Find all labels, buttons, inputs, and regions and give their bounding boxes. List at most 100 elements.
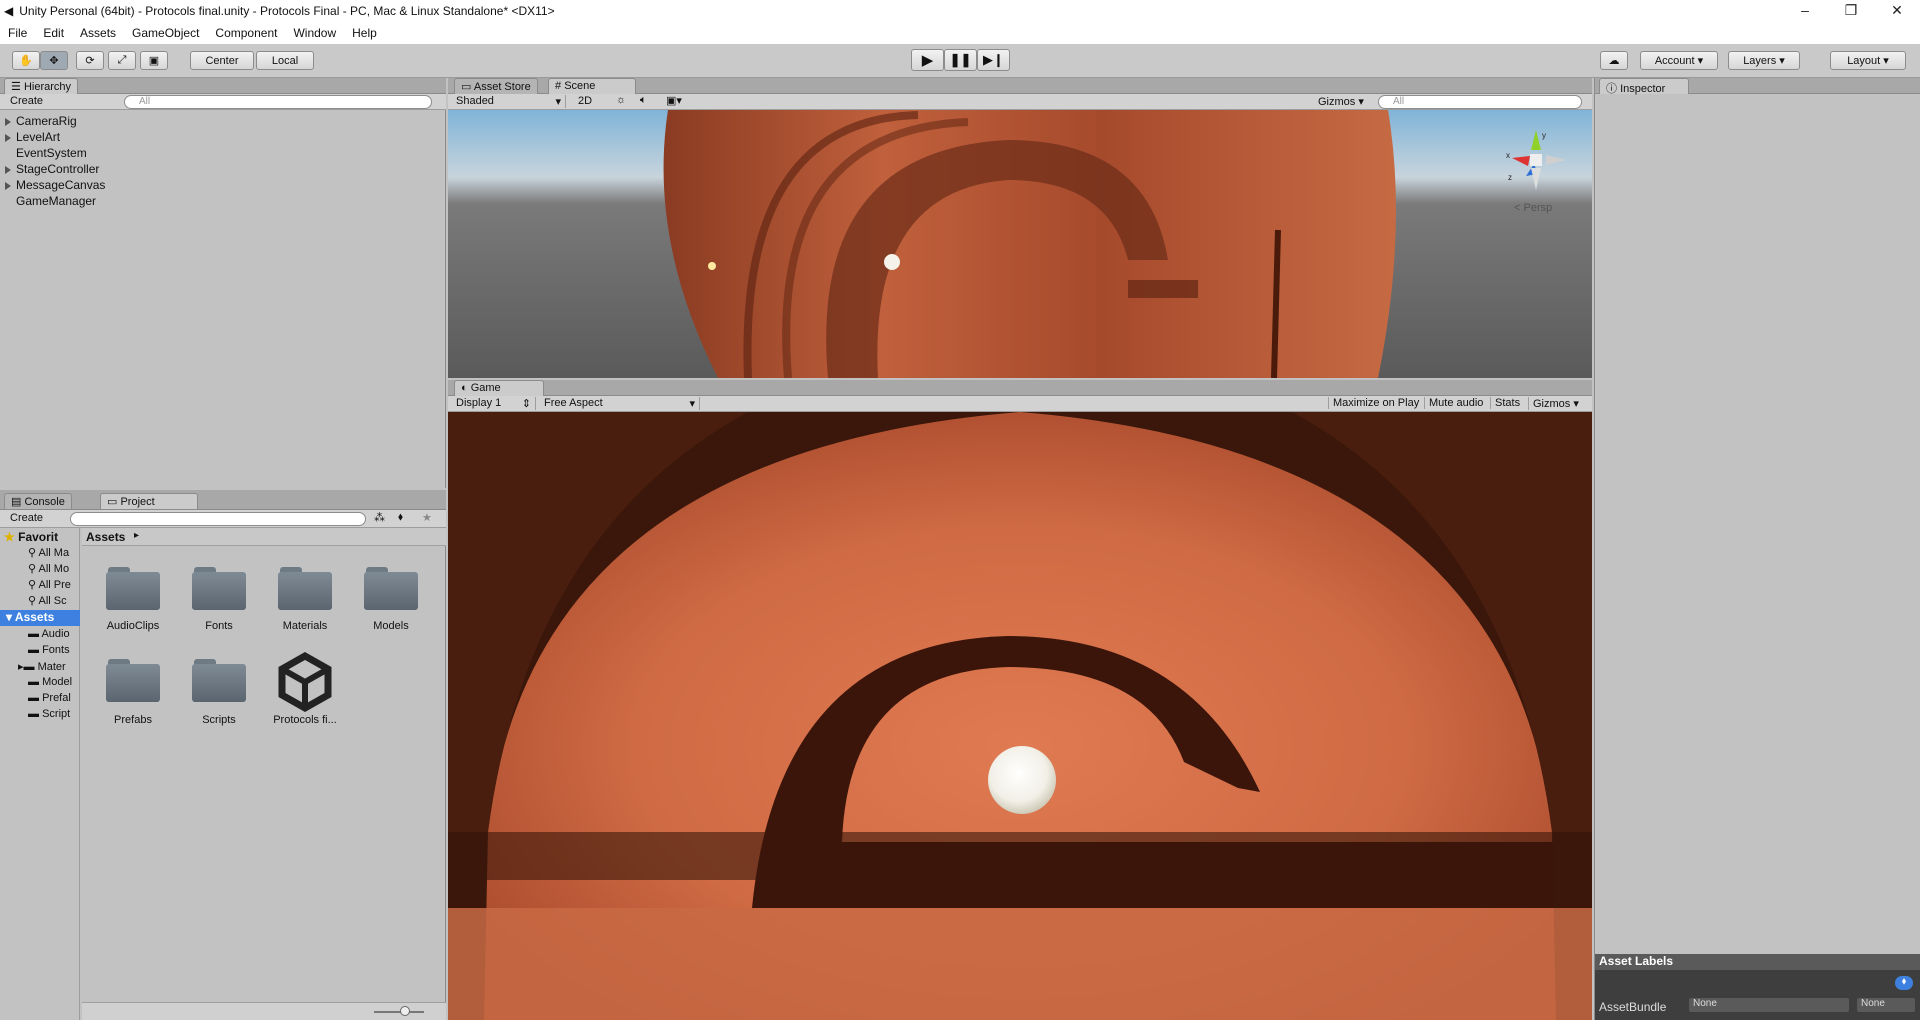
asset-bundle-dropdown[interactable]: None (1689, 998, 1849, 1012)
display-dropdown[interactable]: Display 1 ⇕ (456, 397, 536, 410)
folder-icon[interactable] (104, 564, 162, 610)
aspect-dropdown[interactable]: Free Aspect ▾ (544, 397, 700, 410)
pause-button[interactable]: ❚❚ (944, 49, 977, 71)
scale-tool-button[interactable]: ⤢ (108, 51, 136, 70)
menu-window[interactable]: Window (285, 26, 344, 40)
scene-search-input[interactable]: All (1378, 95, 1582, 109)
breadcrumb-assets[interactable]: Assets (86, 530, 125, 544)
tree-folder-item[interactable]: ▬ Fonts (28, 644, 70, 656)
asset-store-icon: ▭ (461, 81, 472, 93)
hand-icon: ✋ (19, 55, 33, 67)
tab-console[interactable]: ▤ Console (4, 493, 72, 509)
favorites-header[interactable]: ★ Favorit (4, 530, 58, 544)
rect-tool-button[interactable]: ▣ (140, 51, 168, 70)
rotate-icon: ⟳ (85, 55, 95, 67)
pivot-center-button[interactable]: Center (190, 51, 254, 70)
menu-component[interactable]: Component (207, 26, 285, 40)
maximize-on-play-toggle[interactable]: Maximize on Play (1328, 397, 1423, 409)
hierarchy-item[interactable]: MessageCanvas (16, 178, 105, 192)
stats-toggle[interactable]: Stats (1490, 397, 1524, 409)
filter-type-icon[interactable]: ⁂ (374, 511, 385, 524)
tab-inspector[interactable]: ⓘ Inspector (1599, 78, 1689, 95)
hierarchy-item[interactable]: EventSystem (16, 146, 87, 160)
favorite-item[interactable]: ⚲ All Sc (28, 594, 67, 607)
rotate-tool-button[interactable]: ⟳ (76, 51, 104, 70)
pivot-local-button[interactable]: Local (256, 51, 314, 70)
asset-label: Fonts (205, 620, 233, 632)
menu-assets[interactable]: Assets (72, 26, 124, 40)
scene-viewport[interactable] (448, 110, 1592, 378)
tree-folder-item[interactable]: ▬ Script (28, 708, 70, 720)
hierarchy-tabbar: ☰ Hierarchy (0, 78, 446, 94)
tag-icon[interactable]: ⬧ (1895, 976, 1913, 990)
close-button[interactable]: ✕ (1874, 0, 1920, 22)
project-search-input[interactable] (70, 512, 366, 526)
expand-arrow-icon[interactable] (5, 134, 11, 142)
expand-arrow-icon[interactable] (5, 182, 11, 190)
restore-button[interactable]: ❐ (1828, 0, 1874, 22)
layers-dropdown[interactable]: Layers ▾ (1728, 51, 1800, 70)
menu-edit[interactable]: Edit (35, 26, 72, 40)
light-gizmo-icon[interactable] (708, 262, 716, 270)
tree-folder-item[interactable]: ▬ Model (28, 676, 72, 688)
hierarchy-create-button[interactable]: Create (10, 95, 43, 107)
tab-hierarchy[interactable]: ☰ Hierarchy (4, 78, 79, 94)
hierarchy-item[interactable]: CameraRig (16, 114, 77, 128)
hierarchy-item[interactable]: GameManager (16, 194, 96, 208)
game-gizmos-dropdown[interactable]: Gizmos ▾ (1528, 397, 1583, 410)
folder-icon[interactable] (190, 564, 248, 610)
hierarchy-item[interactable]: StageController (16, 162, 99, 176)
folder-icon[interactable] (362, 564, 420, 610)
layout-dropdown[interactable]: Layout ▾ (1830, 51, 1906, 70)
zoom-slider-track[interactable] (374, 1011, 424, 1013)
tab-scene[interactable]: # Scene (548, 78, 636, 94)
expand-arrow-icon[interactable] (5, 118, 11, 126)
menu-gameobject[interactable]: GameObject (124, 26, 207, 40)
step-icon: ▶❙ (983, 52, 1004, 67)
account-dropdown[interactable]: Account ▾ (1640, 51, 1718, 70)
favorite-item[interactable]: ⚲ All Ma (28, 546, 69, 559)
play-button[interactable]: ▶ (911, 49, 944, 71)
tab-game[interactable]: ◐ Game (454, 380, 544, 396)
expand-arrow-icon[interactable] (5, 166, 11, 174)
hand-tool-button[interactable]: ✋ (12, 51, 40, 70)
hierarchy-item[interactable]: LevelArt (16, 130, 60, 144)
2d-toggle-button[interactable]: 2D (578, 95, 592, 107)
game-viewport[interactable] (448, 412, 1592, 1020)
move-tool-button[interactable]: ✥ (40, 51, 68, 70)
minimize-button[interactable]: – (1782, 0, 1828, 22)
cloud-button[interactable]: ☁ (1600, 51, 1628, 70)
asset-labels-header[interactable]: Asset Labels (1595, 954, 1920, 970)
tab-project[interactable]: ▭ Project (100, 493, 198, 509)
folder-icon[interactable] (104, 656, 162, 702)
asset-variant-dropdown[interactable]: None (1857, 998, 1915, 1012)
step-button[interactable]: ▶❙ (977, 49, 1010, 71)
audio-toggle-icon[interactable]: 🔈︎ (640, 94, 647, 107)
menu-file[interactable]: File (0, 26, 35, 40)
favorite-star-icon[interactable]: ★ (422, 511, 432, 524)
scene-gizmos-dropdown[interactable]: Gizmos ▾ (1318, 95, 1364, 108)
assets-root-item[interactable]: ▾ Assets (0, 610, 80, 626)
breadcrumb-arrow-icon: ▸ (134, 530, 140, 541)
persp-label[interactable]: < Persp (1514, 202, 1552, 214)
effects-toggle-icon[interactable]: ▣▾ (666, 94, 682, 107)
main-toolbar: ✋ ✥ ⟳ ⤢ ▣ Center Local ▶ ❚❚ ▶❙ ☁ Account… (0, 44, 1920, 78)
filter-label-icon[interactable]: ⬧ (398, 511, 403, 524)
hierarchy-search-input[interactable]: All (124, 95, 432, 109)
unity-scene-icon[interactable] (276, 652, 334, 712)
folder-icon[interactable] (190, 656, 248, 702)
favorite-item[interactable]: ⚲ All Pre (28, 578, 71, 591)
menu-help[interactable]: Help (344, 26, 385, 40)
lighting-toggle-icon[interactable]: ☼ (616, 94, 626, 106)
orientation-gizmo-icon[interactable]: x z y (1504, 128, 1568, 192)
tab-asset-store[interactable]: ▭ Asset Store (454, 78, 538, 94)
tree-folder-item[interactable]: ▬ Prefal (28, 692, 71, 704)
folder-icon[interactable] (276, 564, 334, 610)
zoom-slider-handle[interactable] (400, 1006, 410, 1016)
project-create-button[interactable]: Create (10, 512, 43, 524)
tree-folder-item[interactable]: ▬ Audio (28, 628, 70, 640)
favorite-item[interactable]: ⚲ All Mo (28, 562, 69, 575)
shading-mode-dropdown[interactable]: Shaded ▾ (456, 95, 566, 108)
mute-audio-toggle[interactable]: Mute audio (1424, 397, 1487, 409)
tree-folder-item[interactable]: ▸▬ Mater (18, 660, 66, 673)
